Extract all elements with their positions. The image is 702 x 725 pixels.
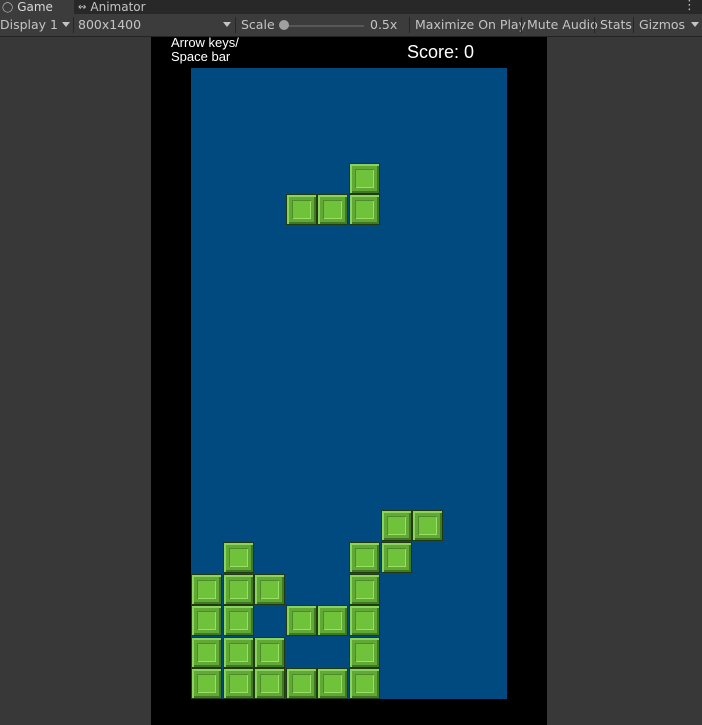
animator-icon: ↭ bbox=[78, 1, 87, 13]
more-options-icon[interactable]: ⋮ bbox=[683, 0, 696, 14]
maximize-on-play-toggle[interactable]: Maximize On Play bbox=[415, 14, 526, 36]
toolbar-divider bbox=[633, 17, 634, 33]
toolbar-divider bbox=[235, 17, 236, 33]
settled-block bbox=[286, 605, 317, 636]
active-piece-block bbox=[286, 194, 317, 225]
mute-audio-toggle[interactable]: Mute Audio bbox=[527, 14, 598, 36]
settled-block bbox=[191, 605, 222, 636]
settled-block bbox=[191, 668, 222, 699]
settled-block bbox=[223, 605, 254, 636]
stats-toggle[interactable]: Stats bbox=[600, 14, 632, 36]
tetris-board bbox=[191, 68, 507, 699]
controls-hint-line-2: Space bar bbox=[171, 49, 231, 64]
controls-hint: Arrow keys/ Space bar bbox=[171, 36, 261, 64]
settled-block bbox=[254, 637, 285, 668]
settled-block bbox=[223, 668, 254, 699]
settled-block bbox=[286, 668, 317, 699]
settled-block bbox=[254, 668, 285, 699]
scale-value: 0.5x bbox=[370, 17, 398, 32]
tab-game-label: Game bbox=[17, 0, 53, 14]
scale-label: Scale bbox=[241, 17, 275, 32]
scale-slider-thumb[interactable] bbox=[279, 20, 289, 30]
controls-hint-line-1: Arrow keys/ bbox=[171, 35, 239, 50]
display-dropdown-chevron-icon[interactable] bbox=[62, 22, 70, 27]
toolbar-divider bbox=[594, 17, 595, 33]
settled-block bbox=[381, 542, 412, 573]
tab-animator-label: Animator bbox=[90, 0, 146, 14]
score-display: Score: 0 bbox=[407, 42, 475, 62]
tab-animator[interactable]: ↭ Animator bbox=[78, 0, 158, 14]
gizmos-dropdown-chevron-icon[interactable] bbox=[691, 22, 699, 27]
settled-block bbox=[349, 668, 380, 699]
toolbar-divider bbox=[73, 17, 74, 33]
settled-block bbox=[412, 510, 443, 541]
editor-tab-bar: ◯ Game ↭ Animator ⋮ bbox=[0, 0, 702, 14]
settled-block bbox=[191, 637, 222, 668]
toolbar-divider bbox=[521, 17, 522, 33]
scale-slider-track[interactable] bbox=[284, 25, 364, 27]
resolution-dropdown[interactable]: 800x1400 bbox=[78, 14, 141, 36]
active-piece-block bbox=[349, 163, 380, 194]
settled-block bbox=[223, 637, 254, 668]
settled-block bbox=[349, 542, 380, 573]
settled-block bbox=[223, 542, 254, 573]
settled-block bbox=[317, 605, 348, 636]
gamepad-icon: ◯ bbox=[2, 1, 14, 13]
settled-block bbox=[349, 574, 380, 605]
settled-block bbox=[191, 574, 222, 605]
active-piece-block bbox=[317, 194, 348, 225]
settled-block bbox=[349, 605, 380, 636]
display-dropdown[interactable]: Display 1 bbox=[0, 14, 58, 36]
active-piece-block bbox=[349, 194, 380, 225]
gizmos-toggle[interactable]: Gizmos bbox=[639, 14, 685, 36]
settled-block bbox=[223, 574, 254, 605]
settled-block bbox=[317, 668, 348, 699]
settled-block bbox=[381, 510, 412, 541]
resolution-dropdown-chevron-icon[interactable] bbox=[223, 22, 231, 27]
settled-block bbox=[349, 637, 380, 668]
toolbar-divider bbox=[409, 17, 410, 33]
settled-block bbox=[254, 574, 285, 605]
tab-game[interactable]: ◯ Game bbox=[0, 0, 74, 14]
